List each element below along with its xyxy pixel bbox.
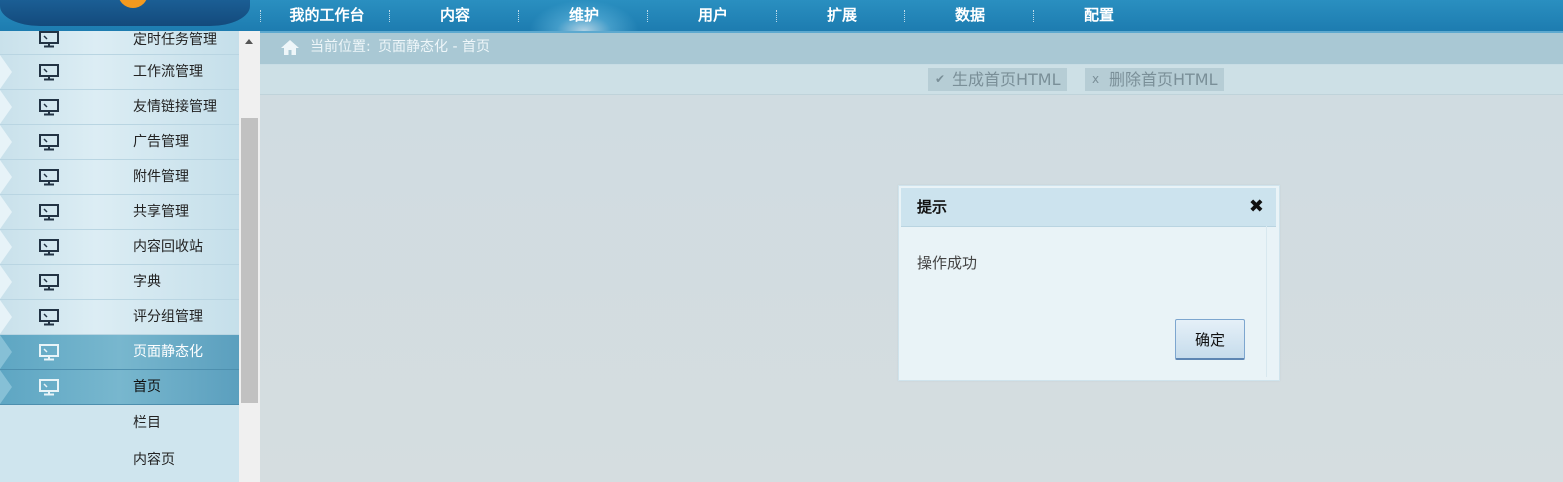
top-nav-bar: 我的工作台 内容 维护 用户 扩展 数据 配置 bbox=[0, 0, 1563, 31]
logo-mark bbox=[118, 0, 148, 8]
menu-arrow bbox=[0, 300, 12, 334]
ok-button[interactable]: 确定 bbox=[1175, 319, 1245, 360]
menu-arrow bbox=[0, 195, 12, 229]
breadcrumb-path: 页面静态化 - 首页 bbox=[378, 39, 490, 55]
sidebar-subitem-content-page[interactable]: 内容页 bbox=[0, 442, 239, 479]
logo bbox=[0, 0, 250, 26]
sidebar-item-label: 工作流管理 bbox=[133, 64, 203, 80]
nav-item-content[interactable]: 内容 bbox=[400, 0, 510, 31]
sidebar-item-attachments[interactable]: 附件管理 bbox=[0, 160, 239, 195]
menu-arrow bbox=[0, 55, 12, 89]
monitor-icon bbox=[39, 274, 59, 291]
menu-arrow bbox=[0, 125, 12, 159]
dialog-header: 提示 ✖ bbox=[901, 188, 1276, 227]
monitor-icon bbox=[39, 99, 59, 116]
sidebar-subitem-column[interactable]: 栏目 bbox=[0, 405, 239, 442]
delete-homepage-html-button[interactable]: x 删除首页HTML bbox=[1085, 68, 1224, 91]
sidebar-item-homepage[interactable]: 首页 bbox=[0, 370, 239, 405]
nav-separator bbox=[1033, 10, 1036, 22]
nav-separator bbox=[260, 10, 263, 22]
monitor-icon bbox=[39, 134, 59, 151]
monitor-icon bbox=[39, 239, 59, 256]
generate-homepage-html-button[interactable]: ✔ 生成首页HTML bbox=[928, 68, 1067, 91]
menu-arrow bbox=[0, 265, 12, 299]
nav-item-extensions[interactable]: 扩展 bbox=[787, 0, 897, 31]
alert-dialog: 提示 ✖ 操作成功 确定 bbox=[898, 185, 1280, 381]
dialog-message: 操作成功 bbox=[917, 254, 978, 272]
nav-separator bbox=[389, 10, 392, 22]
sidebar-item-sharing[interactable]: 共享管理 bbox=[0, 195, 239, 230]
sidebar-item-label: 评分组管理 bbox=[133, 309, 203, 325]
sidebar-item-label: 定时任务管理 bbox=[133, 32, 217, 48]
sidebar-item-label: 广告管理 bbox=[133, 134, 189, 150]
menu-arrow bbox=[0, 160, 12, 194]
menu-arrow bbox=[0, 370, 12, 404]
breadcrumb-label: 当前位置: bbox=[310, 39, 371, 55]
nav-item-data[interactable]: 数据 bbox=[915, 0, 1025, 31]
sidebar-item-dictionary[interactable]: 字典 bbox=[0, 265, 239, 300]
menu-arrow bbox=[0, 335, 12, 369]
monitor-icon bbox=[39, 379, 59, 396]
sidebar-item-label: 内容回收站 bbox=[133, 239, 203, 255]
nav-separator bbox=[904, 10, 907, 22]
sidebar-item-label: 页面静态化 bbox=[133, 344, 203, 360]
scroll-up-arrow-icon[interactable] bbox=[239, 31, 260, 51]
generate-homepage-html-label: 生成首页HTML bbox=[952, 70, 1061, 89]
sidebar-item-score-groups[interactable]: 评分组管理 bbox=[0, 300, 239, 335]
sidebar-item-friend-links[interactable]: 友情链接管理 bbox=[0, 90, 239, 125]
sidebar-scrollbar[interactable] bbox=[239, 31, 260, 482]
x-icon: x bbox=[1092, 72, 1100, 86]
monitor-icon bbox=[39, 169, 59, 186]
dialog-title: 提示 bbox=[917, 198, 948, 216]
nav-separator bbox=[647, 10, 650, 22]
breadcrumb: 当前位置: 页面静态化 - 首页 bbox=[260, 33, 1563, 65]
sidebar-item-static-pages[interactable]: 页面静态化 bbox=[0, 335, 239, 370]
nav-item-maintenance[interactable]: 维护 bbox=[529, 0, 639, 31]
menu-arrow bbox=[0, 230, 12, 264]
dialog-divider bbox=[1266, 226, 1267, 377]
nav-separator bbox=[776, 10, 779, 22]
monitor-icon bbox=[39, 31, 59, 48]
nav-item-config[interactable]: 配置 bbox=[1044, 0, 1154, 31]
check-icon: ✔ bbox=[935, 72, 946, 86]
nav-separator bbox=[518, 10, 521, 22]
sidebar-item-label: 友情链接管理 bbox=[133, 99, 217, 115]
nav-item-workbench[interactable]: 我的工作台 bbox=[272, 0, 382, 31]
scroll-thumb[interactable] bbox=[241, 118, 258, 403]
sidebar-item-ads[interactable]: 广告管理 bbox=[0, 125, 239, 160]
sidebar-item-scheduled-tasks[interactable]: 定时任务管理 bbox=[0, 31, 239, 55]
sidebar-item-workflow[interactable]: 工作流管理 bbox=[0, 55, 239, 90]
monitor-icon bbox=[39, 309, 59, 326]
nav-item-users[interactable]: 用户 bbox=[658, 0, 768, 31]
menu-arrow bbox=[0, 90, 12, 124]
sidebar-item-label: 首页 bbox=[133, 379, 161, 395]
delete-homepage-html-label: 删除首页HTML bbox=[1109, 70, 1218, 89]
sidebar-item-label: 附件管理 bbox=[133, 169, 189, 185]
sidebar-item-recycle-bin[interactable]: 内容回收站 bbox=[0, 230, 239, 265]
monitor-icon bbox=[39, 204, 59, 221]
home-icon bbox=[281, 40, 299, 55]
sidebar-item-label: 字典 bbox=[133, 274, 161, 290]
monitor-icon bbox=[39, 344, 59, 361]
close-icon[interactable]: ✖ bbox=[1249, 188, 1264, 226]
toolbar: ✔ 生成首页HTML x 删除首页HTML bbox=[260, 65, 1563, 95]
sidebar-item-label: 共享管理 bbox=[133, 204, 189, 220]
monitor-icon bbox=[39, 64, 59, 81]
sidebar: 定时任务管理 工作流管理 友情链接管理 广告管理 附件管理 共享管理 内容回收站… bbox=[0, 31, 239, 482]
